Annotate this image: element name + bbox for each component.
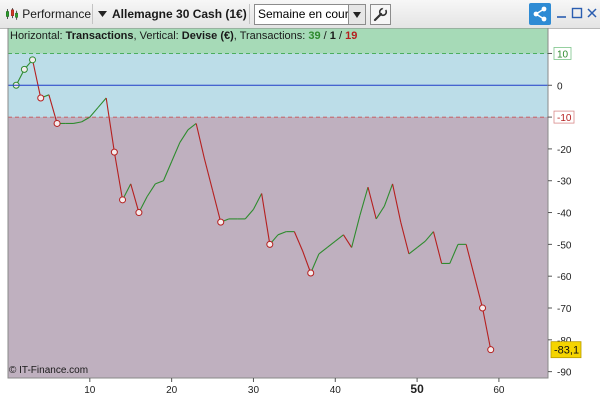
trade-marker (20, 65, 28, 73)
header-horizontal-value: Transactions (66, 30, 134, 42)
header-count-prefix: , Transactions: (234, 30, 309, 42)
close-icon (587, 8, 597, 18)
y-tick-label: 10 (557, 49, 569, 60)
y-tick-label: -20 (557, 145, 572, 156)
dropdown-arrow-icon (98, 11, 107, 17)
trade-marker (487, 346, 495, 354)
y-tick-label: -50 (557, 240, 572, 251)
trade-marker (135, 209, 143, 217)
header-count-red: 19 (345, 30, 357, 42)
header-slash: / (336, 30, 345, 42)
trade-marker (307, 269, 315, 277)
trade-marker (29, 56, 37, 64)
performance-button[interactable]: Performance (5, 0, 91, 28)
y-tick-label: -70 (557, 304, 572, 315)
maximize-button[interactable] (570, 4, 584, 22)
y-tick-label: -40 (557, 209, 572, 220)
minimize-icon (557, 16, 566, 18)
settings-button[interactable] (370, 4, 391, 25)
minimize-button[interactable] (555, 4, 569, 22)
period-select-value: Semaine en cours (258, 7, 355, 21)
close-button[interactable] (585, 4, 599, 22)
last-value-label: -83,1 (554, 345, 579, 357)
toolbar-separator (249, 4, 250, 24)
x-tick-label: 50 (410, 382, 424, 396)
trade-marker (37, 94, 45, 102)
wrench-icon (373, 6, 388, 22)
toolbar: Performance Allemagne 30 Cash (1€) Semai… (0, 0, 600, 29)
instrument-label: Allemagne 30 Cash (1€) (112, 7, 247, 21)
header-horizontal-prefix: Horizontal: (10, 30, 66, 42)
chart-header: Horizontal: Transactions, Vertical: Devi… (10, 30, 357, 42)
header-vertical-value: Devise (€) (182, 30, 234, 42)
watermark: © IT-Finance.com (9, 365, 88, 376)
instrument-selector[interactable]: Allemagne 30 Cash (1€) (98, 0, 248, 28)
trade-marker (110, 148, 118, 156)
header-count-green: 39 (308, 30, 320, 42)
trade-marker (479, 304, 487, 312)
y-tick-label: -30 (557, 177, 572, 188)
maximize-icon (571, 7, 583, 19)
x-tick-label: 10 (84, 385, 96, 396)
y-tick-label: -60 (557, 272, 572, 283)
x-tick-label: 30 (248, 385, 260, 396)
header-slash: / (321, 30, 330, 42)
x-tick-label: 60 (493, 385, 505, 396)
period-select[interactable]: Semaine en cours (254, 4, 366, 25)
toolbar-separator (92, 4, 93, 24)
y-tick-label: -90 (557, 368, 572, 379)
header-vertical-prefix: , Vertical: (134, 30, 182, 42)
performance-label: Performance (22, 7, 91, 21)
trade-marker (266, 240, 274, 248)
y-tick-label: 0 (557, 81, 563, 92)
performance-chart[interactable]: Horizontal: Transactions, Vertical: Devi… (0, 28, 600, 404)
trade-marker (217, 218, 225, 226)
share-icon (533, 6, 547, 22)
y-tick-label: -10 (557, 113, 572, 124)
x-tick-label: 40 (330, 385, 342, 396)
x-tick-label: 20 (166, 385, 178, 396)
share-button[interactable] (529, 3, 551, 25)
trade-marker (53, 119, 61, 127)
performance-chart-icon (5, 8, 19, 20)
trade-marker (119, 196, 127, 204)
chevron-down-icon[interactable] (348, 5, 365, 24)
